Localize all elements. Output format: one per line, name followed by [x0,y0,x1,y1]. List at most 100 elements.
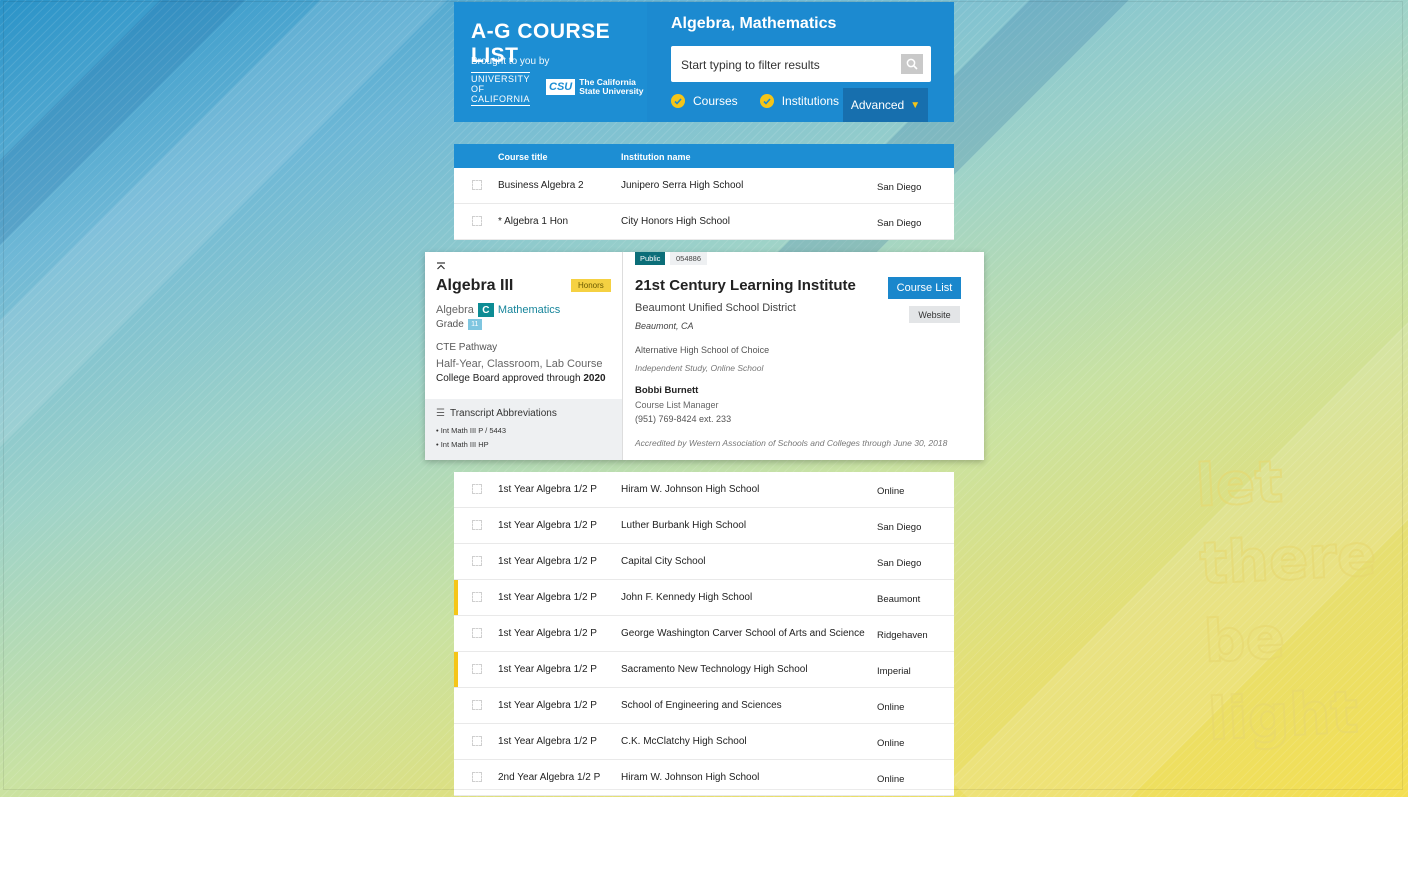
city-cell: San Diego [877,182,922,193]
row-checkbox[interactable] [472,216,482,226]
course-title-cell: 2nd Year Algebra 1/2 P [498,772,601,783]
table-row[interactable]: 1st Year Algebra 1/2 P John F. Kennedy Hi… [454,580,954,616]
filter-courses[interactable]: Courses [671,94,738,108]
website-button[interactable]: Website [909,306,960,323]
filter-institutions[interactable]: Institutions [759,94,839,108]
transcript-item: • Int Math III HP [436,440,489,449]
contact-name: Bobbi Burnett [635,385,699,396]
course-title-cell: 1st Year Algebra 1/2 P [498,520,597,531]
watermark-lettering: let there be light [1193,446,1379,754]
table-row[interactable]: 1st Year Algebra 1/2 P George Washington … [454,616,954,652]
accreditation-text: Accredited by Western Association of Sch… [635,438,948,448]
course-subject: Algebra C Mathematics [436,303,561,317]
search-input[interactable] [671,46,903,84]
csu-logo[interactable]: CSU The California State University [546,78,643,96]
course-list-button[interactable]: Course List [888,277,961,299]
city-cell: Online [877,738,905,749]
course-title-cell: 1st Year Algebra 1/2 P [498,700,597,711]
course-format: Half-Year, Classroom, Lab Course [436,358,603,370]
check-icon [671,94,685,108]
public-tag: Public [635,252,666,265]
check-icon [759,94,774,108]
course-panel: Algebra III Honors Algebra C Mathematics… [425,252,623,460]
table-row[interactable]: 1st Year Algebra 1/2 P School of Engineer… [454,688,954,724]
institution-name-cell: John F. Kennedy High School [621,592,753,603]
course-grade: Grade 11 [436,319,482,330]
institution-name-cell: School of Engineering and Sciences [621,700,782,711]
institution-name-cell: Hiram W. Johnson High School [621,484,760,495]
table-row[interactable]: 1st Year Algebra 1/2 P Hiram W. Johnson H… [454,472,954,508]
subject-area-badge: C [477,303,494,317]
row-checkbox[interactable] [472,628,482,638]
advanced-dropdown[interactable]: Advanced ▼ [843,88,928,122]
institution-name: 21st Century Learning Institute [635,277,856,294]
table-row[interactable]: 1st Year Algebra 1/2 P Sacramento New Tec… [454,652,954,688]
table-row[interactable]: 1st Year Algebra 1/2 P C.K. McClatchy Hig… [454,724,954,760]
institution-name-cell: George Washington Carver School of Arts … [621,628,865,639]
transcript-heading: ☰ Transcript Abbreviations [436,408,557,419]
course-title-cell: 1st Year Algebra 1/2 P [498,628,597,639]
column-header-institution[interactable]: Institution name [621,152,691,162]
city-cell: San Diego [877,558,922,569]
course-title-cell: 1st Year Algebra 1/2 P [498,664,597,675]
results-table-top: Course title Institution name Business A… [454,144,954,240]
column-header-course[interactable]: Course title [498,152,548,162]
search-panel: Algebra, Mathematics Courses Institution… [647,2,954,122]
row-checkbox[interactable] [472,700,482,710]
city-cell: Beaumont [877,594,921,605]
table-row[interactable]: * Algebra 1 Hon City Honors High School Sa… [454,204,954,240]
honors-badge: Honors [571,279,611,292]
city-cell: Online [877,486,905,497]
table-row[interactable]: 2nd Year Algebra 1/2 P Hiram W. Johnson H… [454,760,954,796]
table-row[interactable]: 1st Year Algebra 1/2 P Capital City Schoo… [454,544,954,580]
row-checkbox[interactable] [472,592,482,602]
city-cell: San Diego [877,218,922,229]
row-checkbox[interactable] [472,664,482,674]
uc-logo[interactable]: UNIVERSITY OF CALIFORNIA [471,72,531,106]
course-title-cell: 1st Year Algebra 1/2 P [498,592,597,603]
row-checkbox[interactable] [472,484,482,494]
search-icon [906,58,918,70]
institution-name-cell: City Honors High School [621,216,730,227]
institution-name-cell: C.K. McClatchy High School [621,736,747,747]
list-icon: ☰ [436,408,445,419]
search-button[interactable] [901,54,923,74]
institution-name-cell: Capital City School [621,556,706,567]
row-checkbox[interactable] [472,772,482,782]
row-checkbox[interactable] [472,736,482,746]
school-type: Alternative High School of Choice [635,345,770,355]
row-checkbox[interactable] [472,520,482,530]
city-cell: Imperial [877,666,911,677]
cte-pathway: CTE Pathway [436,342,498,353]
district-name: Beaumont Unified School District [635,302,796,314]
row-checkbox[interactable] [472,180,482,190]
course-title-cell: 1st Year Algebra 1/2 P [498,484,597,495]
table-header: Course title Institution name [454,144,954,168]
collapse-icon[interactable] [436,262,446,273]
city-cell: San Diego [877,522,922,533]
app-header-brand: A-G COURSE LIST Brought to you by UNIVER… [454,2,647,122]
grade-badge: 11 [467,319,482,330]
subject-link[interactable]: Mathematics [498,304,560,316]
subject-heading: Algebra, Mathematics [671,15,837,32]
institution-city: Beaumont, CA [635,321,694,331]
course-title-cell: * Algebra 1 Hon [498,216,569,227]
results-table-bottom: 1st Year Algebra 1/2 P Hiram W. Johnson H… [454,472,954,796]
transcript-item: • Int Math III P / 5443 [436,426,507,435]
course-title-cell: 1st Year Algebra 1/2 P [498,556,597,567]
brought-by-text: Brought to you by [471,56,550,67]
table-row[interactable]: 1st Year Algebra 1/2 P Luther Burbank Hig… [454,508,954,544]
city-cell: Online [877,702,905,713]
approval-text: College Board approved through 2020 [436,373,606,384]
course-title: Algebra III [436,277,514,294]
study-modes: Independent Study, Online School [635,363,764,373]
transcript-section: ☰ Transcript Abbreviations • Int Math II… [425,399,622,460]
institution-id-tag: 054886 [670,252,708,265]
course-detail-card: Algebra III Honors Algebra C Mathematics… [425,252,984,460]
table-row[interactable]: Business Algebra 2 Junipero Serra High Sc… [454,168,954,204]
city-cell: Ridgehaven [877,630,928,641]
course-title-cell: 1st Year Algebra 1/2 P [498,736,597,747]
course-title-cell: Business Algebra 2 [498,180,584,191]
row-checkbox[interactable] [472,556,482,566]
institution-name-cell: Junipero Serra High School [621,180,744,191]
